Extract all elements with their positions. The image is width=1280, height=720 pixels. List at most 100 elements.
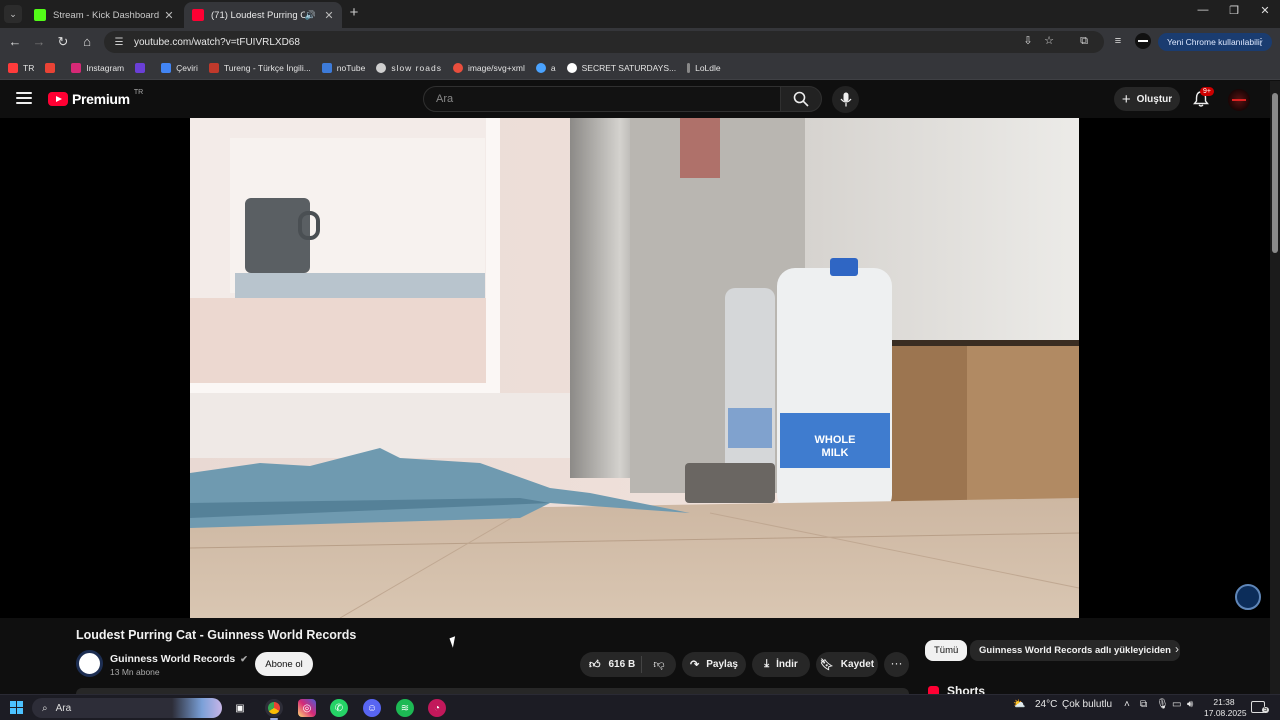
url-text[interactable]: youtube.com/watch?v=tFUIVRLXD68 — [134, 37, 300, 48]
mouse-cursor — [449, 636, 459, 648]
bookmark-notube[interactable]: noTube — [321, 62, 365, 73]
chrome-menu-icon[interactable]: ⋮ — [1256, 37, 1266, 48]
bookmark-gmail[interactable] — [45, 62, 60, 73]
system-clock[interactable]: 21:38 17.08.2025 — [1204, 697, 1247, 719]
chip-from-uploader[interactable]: Guinness World Records adlı yükleyiciden — [970, 640, 1180, 661]
speaker-icon[interactable]: 🔊 — [305, 10, 316, 21]
chip-all[interactable]: Tümü — [925, 640, 968, 661]
close-window-button[interactable]: ✕ — [1250, 4, 1280, 22]
app-taskbar-icon[interactable]: ◔ — [428, 699, 446, 717]
spotify-taskbar-icon[interactable]: ≋ — [396, 699, 414, 717]
bookmark-favicon-icon — [535, 62, 546, 73]
close-tab-icon[interactable]: ✕ — [162, 9, 176, 22]
country-code: TR — [133, 88, 144, 96]
account-avatar[interactable] — [1228, 89, 1250, 111]
more-actions-button[interactable]: ··· — [884, 652, 909, 677]
translate-icon — [161, 62, 172, 73]
channel-avatar[interactable] — [76, 650, 103, 677]
network-icon[interactable]: ▭ — [1172, 699, 1181, 710]
extensions-icon[interactable]: ⧉ — [1076, 33, 1092, 49]
weather-description[interactable]: Çok bulutlu — [1062, 699, 1112, 710]
search-icon: ⌕ — [42, 702, 48, 714]
restore-button[interactable]: ❐ — [1219, 4, 1249, 22]
clock-time: 21:38 — [1213, 697, 1235, 707]
channel-name[interactable]: Guinness World Records — [110, 653, 235, 665]
guinness-watermark-icon[interactable] — [1235, 584, 1261, 610]
bookmark-twitch[interactable] — [135, 62, 150, 73]
bookmark-tureng[interactable]: Tureng - Türkçe İngili... — [208, 62, 311, 73]
youtube-play-icon — [48, 92, 68, 106]
voice-search-button[interactable] — [832, 86, 859, 113]
bookmark-secret-saturdays[interactable]: SECRET SATURDAYS... — [566, 62, 676, 73]
share-button[interactable]: ↷ Paylaş — [682, 652, 746, 677]
media-control-icon[interactable]: ≡ — [1110, 33, 1126, 49]
notification-count: 5 — [1262, 707, 1270, 713]
back-button[interactable]: ← — [6, 33, 24, 51]
minimize-button[interactable]: — — [1188, 4, 1218, 22]
tray-app-icon[interactable]: ⧉ — [1140, 699, 1147, 710]
close-tab-icon[interactable]: ✕ — [322, 9, 336, 22]
bookmark-instagram[interactable]: Instagram — [71, 62, 124, 73]
like-button[interactable]: 👍︎ 616 B — [580, 656, 642, 673]
bookmark-label: TR — [23, 62, 35, 73]
microphone-tray-icon[interactable]: 🎙︎ — [1156, 699, 1169, 710]
hamburger-menu-icon[interactable] — [16, 92, 32, 104]
chevron-right-icon[interactable]: › — [1168, 642, 1186, 656]
subscribe-button[interactable]: Abone ol — [255, 652, 313, 676]
bookmark-favicon-icon — [8, 62, 18, 73]
bookmark-loldle[interactable]: LoLdle — [687, 62, 721, 73]
tray-overflow-icon[interactable]: ˄ — [1124, 699, 1130, 710]
instagram-taskbar-icon[interactable]: ◎ — [298, 699, 316, 717]
windows-start-icon[interactable] — [10, 701, 23, 714]
volume-icon[interactable]: 🔊︎ — [1187, 699, 1193, 710]
weather-temperature[interactable]: 24°C — [1035, 699, 1057, 710]
search-input[interactable]: Ara — [423, 86, 781, 112]
weather-icon[interactable]: ⛅ — [1013, 699, 1025, 710]
search-icon — [793, 91, 809, 107]
taskbar-search[interactable]: ⌕ Ara — [32, 698, 222, 718]
bookmark-ceviri[interactable]: Çeviri — [161, 62, 198, 73]
save-label: Kaydet — [840, 659, 875, 670]
bookmark-slow-roads[interactable]: slow roads — [376, 62, 442, 73]
bookmark-tr[interactable]: TR — [8, 62, 35, 73]
download-button[interactable]: ⤓ İndir — [752, 652, 810, 677]
tab-kick-dashboard[interactable]: Stream - Kick Dashboard ✕ — [26, 2, 182, 28]
tab-youtube-video[interactable]: (71) Loudest Purring Cat - G 🔊 ✕ — [184, 2, 342, 28]
like-dislike-group: 👍︎ 616 B 👎︎ — [580, 652, 676, 677]
bookmark-label: LoLdle — [695, 62, 721, 73]
youtube-premium-logo[interactable]: Premium TR — [48, 88, 144, 107]
bookmark-star-icon[interactable]: ☆ — [1041, 33, 1057, 49]
chrome-taskbar-icon[interactable] — [265, 699, 283, 717]
new-tab-button[interactable]: + — [346, 5, 362, 21]
address-bar[interactable]: ☰ youtube.com/watch?v=tFUIVRLXD68 — [104, 31, 1104, 53]
svg-text:MILK: MILK — [822, 447, 849, 459]
bookmark-label: Çeviri — [176, 62, 198, 73]
share-arrow-icon: ↷ — [690, 659, 700, 671]
bookmark-label: a — [550, 62, 556, 73]
scrollbar-thumb[interactable] — [1272, 93, 1278, 253]
task-view-icon[interactable]: ▣ — [231, 699, 249, 717]
dislike-button[interactable]: 👎︎ — [642, 658, 676, 671]
share-label: Paylaş — [706, 659, 738, 670]
profile-avatar-icon[interactable] — [1135, 33, 1151, 49]
search-button[interactable] — [780, 86, 822, 112]
download-icon: ⤓ — [764, 658, 770, 670]
bookmark-svg[interactable]: image/svg+xml — [452, 62, 525, 73]
chrome-update-pill[interactable]: Yeni Chrome kullanılabilir ⋮ — [1158, 33, 1272, 51]
site-info-icon[interactable]: ☰ — [112, 37, 126, 48]
video-frame[interactable]: WHOLE MILK — [190, 118, 1079, 618]
discord-taskbar-icon[interactable]: ☺ — [363, 699, 381, 717]
notification-count-badge: 9+ — [1200, 87, 1214, 96]
whatsapp-taskbar-icon[interactable]: ✆ — [330, 699, 348, 717]
home-button[interactable]: ⌂ — [78, 33, 96, 51]
tab-title: (71) Loudest Purring Cat - G — [211, 9, 305, 21]
channel-name-row[interactable]: Guinness World Records ✔ — [110, 653, 248, 665]
reload-button[interactable]: ↻ — [54, 33, 72, 51]
bookmark-a[interactable]: a — [535, 62, 556, 73]
forward-button[interactable]: → — [30, 33, 48, 51]
install-app-icon[interactable]: ⇩ — [1020, 33, 1036, 49]
youtube-header: Premium TR Ara + Oluştur 9+ — [0, 81, 1270, 118]
save-button[interactable]: 🔖︎ Kaydet — [816, 652, 878, 677]
tab-search-button[interactable]: ⌄ — [4, 5, 22, 23]
create-button[interactable]: + Oluştur — [1114, 87, 1180, 111]
